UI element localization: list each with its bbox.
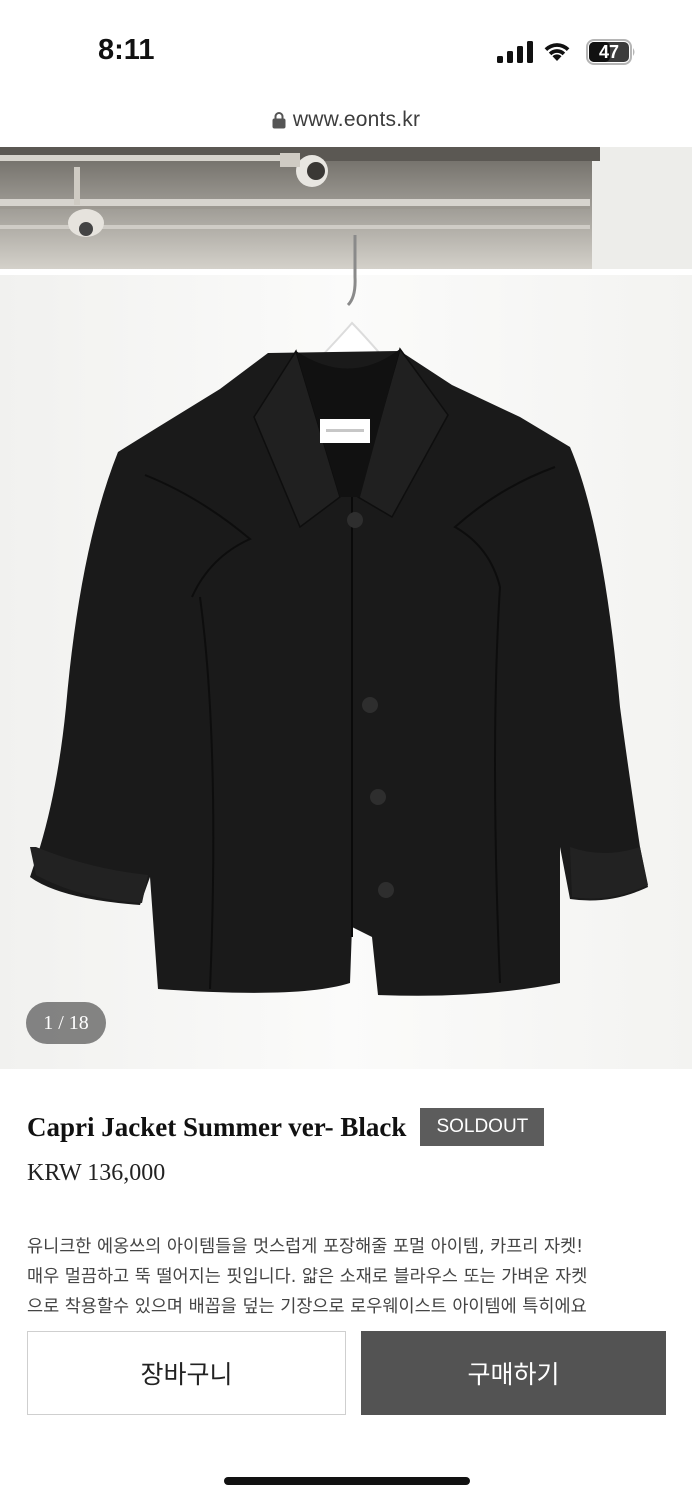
home-indicator[interactable] [224,1477,470,1485]
image-counter: 1 / 18 [26,1002,106,1044]
product-image[interactable] [0,147,692,1069]
buy-now-button[interactable]: 구매하기 [361,1331,666,1415]
product-description: 유니크한 에옹쓰의 아이템들을 멋스럽게 포장해줄 포멀 아이템, 카프리 자켓… [27,1232,667,1314]
status-bar: 8:11 47 [0,0,692,100]
product-title: Capri Jacket Summer ver- Black [27,1111,407,1142]
description-line: 유니크한 에옹쓰의 아이템들을 멋스럽게 포장해줄 포멀 아이템, 카프리 자켓… [27,1237,584,1257]
signal-icon [497,41,533,63]
product-title-row: Capri Jacket Summer ver- Black SOLDOUT [27,1108,545,1146]
address-bar[interactable]: www.eonts.kr [0,100,692,140]
lock-icon [272,112,286,129]
soldout-badge: SOLDOUT [420,1108,545,1146]
product-price: KRW 136,000 [27,1160,166,1186]
battery-level: 47 [598,42,620,62]
status-time: 8:11 [98,34,155,66]
bottom-action-bar: 장바구니 구매하기 [0,1314,692,1500]
description-line: 매우 멀끔하고 뚝 떨어지는 핏입니다. 얇은 소재로 블라우스 또는 가벼운 … [27,1267,588,1287]
wifi-icon [544,43,570,61]
description-line: 으로 착용할수 있으며 배꼽을 덮는 기장으로 로우웨이스트 아이템에 특히에요 [27,1297,587,1314]
url-text: www.eonts.kr [292,108,421,131]
add-to-cart-button[interactable]: 장바구니 [27,1331,346,1415]
